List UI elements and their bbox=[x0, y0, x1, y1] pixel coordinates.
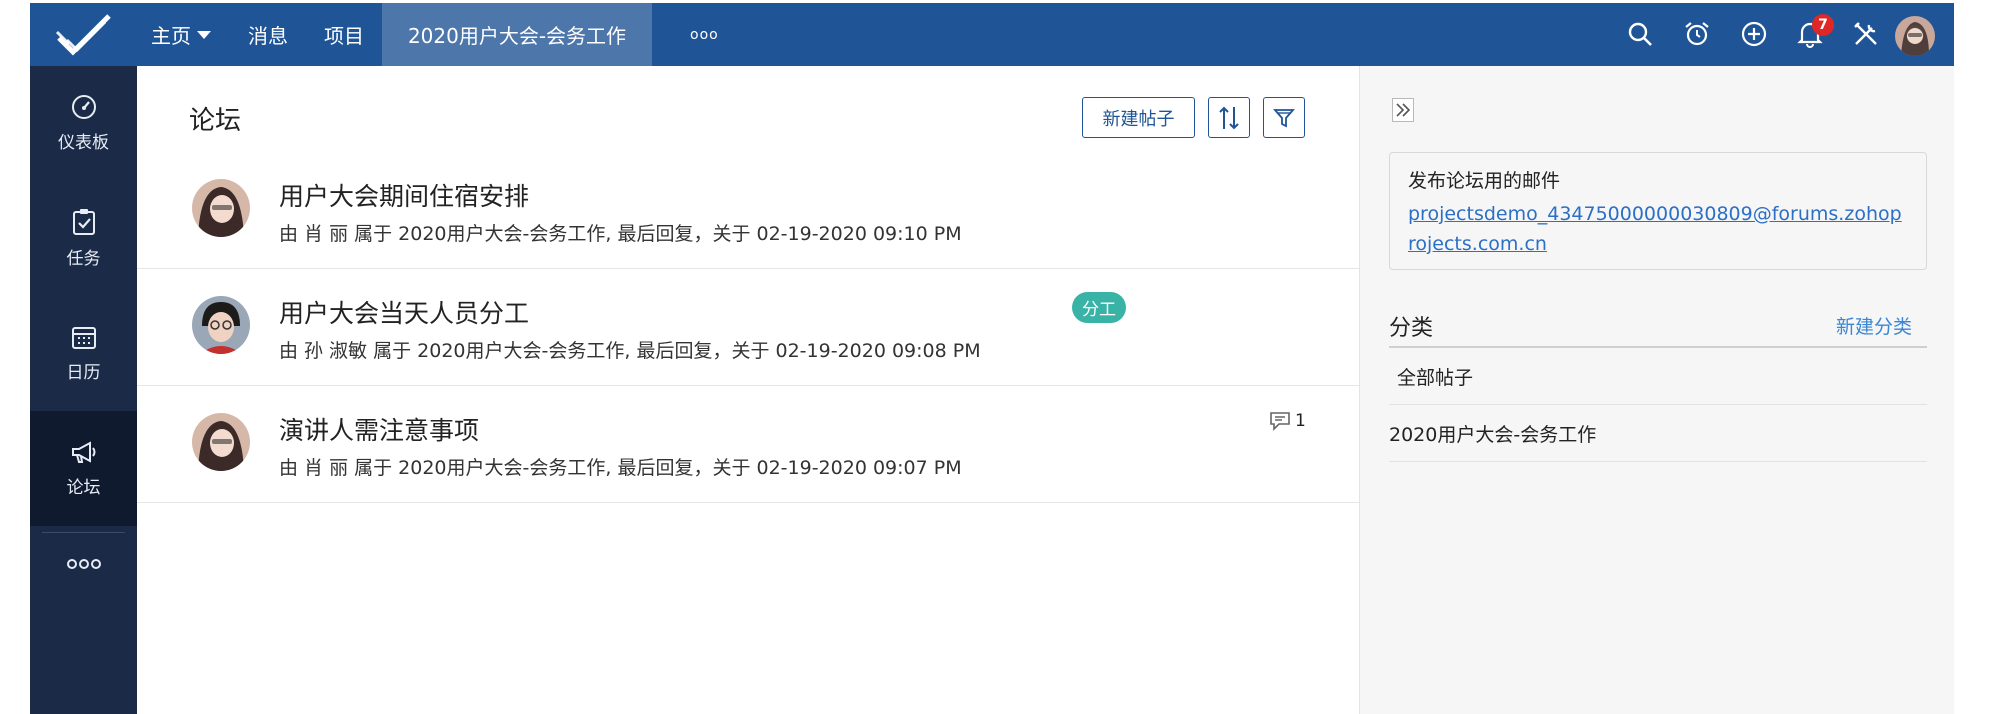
nav-current-project-label: 2020用户大会-会务工作 bbox=[407, 24, 627, 48]
user-avatar[interactable] bbox=[1895, 16, 1935, 56]
app-window: 主页 消息 项目 2020用户大会-会务工作 ooo 7 仪表板 任务 日历 论… bbox=[30, 0, 1954, 714]
sidebar-item-forums[interactable]: 论坛 bbox=[30, 411, 137, 526]
collapse-panel-button[interactable] bbox=[1392, 98, 1414, 122]
check-mark-logo-icon[interactable] bbox=[30, 3, 137, 66]
sort-arrows-icon bbox=[1219, 106, 1239, 129]
tools-icon[interactable] bbox=[1849, 17, 1883, 51]
comment-count[interactable]: 1 bbox=[1269, 411, 1306, 431]
forum-email-label: 发布论坛用的邮件 bbox=[1408, 170, 1561, 192]
sidebar-item-calendar-label: 日历 bbox=[66, 363, 101, 383]
category-item[interactable]: 全部帖子 bbox=[1389, 348, 1927, 405]
alarm-clock-icon[interactable] bbox=[1680, 17, 1714, 51]
nav-current-project[interactable]: 2020用户大会-会务工作 bbox=[382, 3, 652, 66]
forum-post-row[interactable]: 演讲人需注意事项 由 肖 丽 属于 2020用户大会-会务工作, 最后回复，关于… bbox=[137, 385, 1359, 503]
forum-post-row[interactable]: 用户大会当天人员分工 由 孙 淑敏 属于 2020用户大会-会务工作, 最后回复… bbox=[137, 268, 1359, 386]
sort-button[interactable] bbox=[1208, 97, 1250, 138]
sidebar-more-button[interactable] bbox=[30, 544, 137, 584]
clipboard-check-icon bbox=[72, 209, 95, 235]
right-margin bbox=[1954, 0, 2000, 714]
nav-messages-label: 消息 bbox=[248, 24, 288, 48]
caret-down-icon bbox=[197, 30, 211, 39]
sidebar-divider bbox=[42, 532, 125, 533]
left-sidebar: 仪表板 任务 日历 论坛 bbox=[30, 66, 137, 714]
nav-projects-label: 项目 bbox=[324, 24, 364, 48]
double-chevron-right-icon bbox=[1396, 103, 1411, 117]
category-item[interactable]: 2020用户大会-会务工作 bbox=[1389, 405, 1927, 462]
author-avatar bbox=[192, 296, 250, 354]
sidebar-item-tasks[interactable]: 任务 bbox=[30, 181, 137, 296]
category-item-label: 全部帖子 bbox=[1397, 366, 1474, 389]
nav-home[interactable]: 主页 bbox=[151, 3, 211, 66]
post-title[interactable]: 演讲人需注意事项 bbox=[279, 411, 479, 447]
post-meta: 由 肖 丽 属于 2020用户大会-会务工作, 最后回复，关于 02-19-20… bbox=[279, 223, 962, 245]
categories-title: 分类 bbox=[1389, 316, 1434, 341]
nav-more[interactable]: ooo bbox=[690, 3, 719, 66]
category-item-label: 2020用户大会-会务工作 bbox=[1389, 423, 1597, 446]
nav-more-label: ooo bbox=[690, 26, 719, 43]
sidebar-item-tasks-label: 任务 bbox=[66, 249, 101, 269]
new-category-link[interactable]: 新建分类 bbox=[1836, 312, 1912, 339]
notification-count-badge: 7 bbox=[1812, 14, 1834, 36]
sidebar-item-dashboard[interactable]: 仪表板 bbox=[30, 66, 137, 181]
nav-messages[interactable]: 消息 bbox=[248, 3, 288, 66]
megaphone-icon bbox=[71, 441, 95, 463]
post-meta: 由 孙 淑敏 属于 2020用户大会-会务工作, 最后回复，关于 02-19-2… bbox=[279, 340, 981, 362]
calendar-icon bbox=[71, 327, 96, 349]
page-title: 论坛 bbox=[189, 106, 242, 136]
new-post-button[interactable]: 新建帖子 bbox=[1082, 97, 1195, 138]
filter-button[interactable] bbox=[1263, 97, 1305, 138]
comment-bubble-icon bbox=[1270, 412, 1290, 431]
post-title[interactable]: 用户大会当天人员分工 bbox=[279, 294, 529, 330]
search-icon[interactable] bbox=[1623, 17, 1657, 51]
nav-home-label: 主页 bbox=[151, 24, 191, 48]
dashboard-gauge-icon bbox=[71, 95, 96, 119]
post-tag[interactable]: 分工 bbox=[1072, 292, 1126, 323]
post-meta: 由 肖 丽 属于 2020用户大会-会务工作, 最后回复，关于 02-19-20… bbox=[279, 457, 962, 479]
forum-post-row[interactable]: 用户大会期间住宿安排 由 肖 丽 属于 2020用户大会-会务工作, 最后回复，… bbox=[137, 151, 1359, 269]
forum-email-box: 发布论坛用的邮件 projectsdemo_43475000000030809@… bbox=[1389, 152, 1927, 270]
author-avatar bbox=[192, 413, 250, 471]
bell-icon[interactable]: 7 bbox=[1793, 14, 1834, 51]
filter-funnel-icon bbox=[1273, 108, 1295, 127]
post-title[interactable]: 用户大会期间住宿安排 bbox=[279, 177, 529, 213]
top-navigation-bar: 主页 消息 项目 2020用户大会-会务工作 ooo 7 bbox=[30, 3, 1954, 66]
comment-count-value: 1 bbox=[1295, 411, 1306, 431]
sidebar-item-forums-label: 论坛 bbox=[66, 478, 101, 498]
nav-projects[interactable]: 项目 bbox=[324, 3, 364, 66]
author-avatar bbox=[192, 179, 250, 237]
forum-main-area: 论坛 新建帖子 用户大会期间住宿安排 由 肖 丽 属于 2020用户大会-会务工… bbox=[137, 66, 1359, 714]
sidebar-item-calendar[interactable]: 日历 bbox=[30, 296, 137, 411]
add-circle-icon[interactable] bbox=[1737, 17, 1771, 51]
more-dots-icon bbox=[66, 559, 101, 569]
forum-email-link[interactable]: projectsdemo_43475000000030809@forums.zo… bbox=[1408, 199, 1908, 259]
sidebar-item-dashboard-label: 仪表板 bbox=[58, 133, 109, 153]
